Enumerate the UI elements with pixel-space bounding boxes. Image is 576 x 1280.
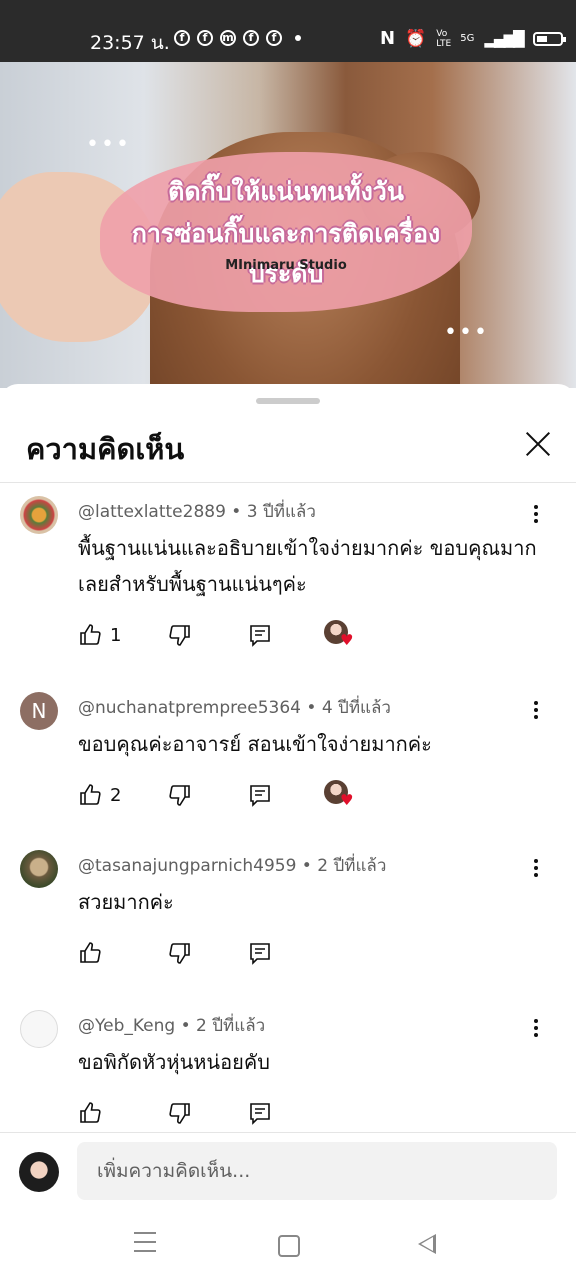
reply-button[interactable]	[248, 620, 272, 650]
thumb-up-icon	[80, 1102, 101, 1123]
like-button[interactable]: 2	[78, 780, 121, 810]
like-button[interactable]	[78, 1098, 102, 1128]
dislike-button[interactable]	[168, 1098, 192, 1128]
drag-handle[interactable]	[256, 398, 320, 404]
reply-button[interactable]	[248, 938, 272, 968]
more-notifications-icon	[295, 35, 301, 41]
thumb-down-icon	[169, 625, 190, 646]
dislike-button[interactable]	[168, 620, 192, 650]
creator-heart-badge: ♥	[324, 620, 354, 650]
comment-actions	[78, 1098, 378, 1128]
like-count: 1	[110, 624, 122, 646]
facebook-icon: f	[243, 30, 259, 46]
decorative-dots-icon: •••	[86, 132, 131, 157]
heart-icon: ♥	[340, 631, 354, 649]
avatar[interactable]	[20, 850, 58, 888]
reply-button[interactable]	[248, 780, 272, 810]
divider	[0, 1132, 576, 1133]
add-comment-input[interactable]: เพิ่มความคิดเห็น...	[77, 1142, 557, 1200]
comment-actions	[78, 938, 378, 968]
thumb-up-icon	[80, 624, 101, 645]
facebook-icon: f	[266, 30, 282, 46]
comment-actions: 2 ♥	[78, 780, 378, 810]
comment-meta: @tasanajungparnich4959 • 2 ปีที่แล้ว	[78, 856, 387, 876]
thumb-up-icon	[80, 942, 101, 963]
status-bar: 23:57 น. f f m f f N ⏰ Vo LTE 5G ▂▄▆█	[0, 0, 576, 62]
comment-actions: 1 ♥	[78, 620, 378, 650]
comment-author[interactable]: @Yeb_Keng	[78, 1016, 175, 1036]
alarm-icon: ⏰	[405, 28, 427, 49]
thumb-up-icon	[80, 784, 101, 805]
status-time: 23:57 น.	[90, 32, 170, 54]
reply-icon	[250, 785, 270, 807]
comment-author[interactable]: @lattexlatte2889	[78, 502, 226, 522]
more-options-icon[interactable]	[526, 856, 546, 884]
sheet-title: ความคิดเห็น	[26, 432, 185, 466]
reply-icon	[250, 625, 270, 647]
avatar-letter: N	[31, 699, 47, 723]
avatar[interactable]: N	[20, 692, 58, 730]
signal-icon: ▂▄▆█	[484, 29, 524, 48]
comment-meta: @lattexlatte2889 • 3 ปีที่แล้ว	[78, 502, 316, 522]
like-button[interactable]	[78, 938, 102, 968]
creator-heart-badge: ♥	[324, 780, 354, 810]
recent-apps-button[interactable]	[134, 1232, 156, 1259]
heart-icon: ♥	[340, 791, 354, 809]
comment-age: 4 ปีที่แล้ว	[321, 698, 391, 718]
divider	[0, 482, 576, 483]
like-count: 2	[110, 784, 122, 806]
comment-age: 2 ปีที่แล้ว	[196, 1016, 266, 1036]
home-button[interactable]	[278, 1235, 300, 1257]
facebook-icon: f	[197, 30, 213, 46]
comment-text: ขอพิกัดหัวหุ่นหน่อยคับ	[78, 1050, 270, 1074]
nfc-icon: N	[380, 28, 396, 49]
video-title-line2: การซ่อนกิ๊บและการติดเครื่องประดับ	[131, 219, 441, 288]
thumb-down-icon	[169, 943, 190, 964]
decorative-dots-icon: •••	[444, 320, 489, 345]
volte-icon: Vo LTE	[436, 28, 452, 49]
more-options-icon[interactable]	[526, 502, 546, 530]
video-player[interactable]: ติดกิ๊บให้แน่นทนทั้งวัน การซ่อนกิ๊บและกา…	[0, 62, 576, 388]
dislike-button[interactable]	[168, 780, 192, 810]
comment-age: 3 ปีที่แล้ว	[246, 502, 316, 522]
video-title-line1: ติดกิ๊บให้แน่นทนทั้งวัน	[168, 177, 404, 206]
avatar[interactable]	[20, 1010, 58, 1048]
notification-icons: f f m f f	[174, 30, 301, 46]
comment-meta: @nuchanatprempree5364 • 4 ปีที่แล้ว	[78, 698, 391, 718]
system-icons: N ⏰ Vo LTE 5G ▂▄▆█	[380, 28, 566, 49]
reply-button[interactable]	[248, 1098, 272, 1128]
comment-text: ขอบคุณค่ะอาจารย์ สอนเข้าใจง่ายมากค่ะ	[78, 732, 432, 756]
studio-label: MInimaru Studio	[225, 258, 347, 273]
messenger-icon: m	[220, 30, 236, 46]
back-button[interactable]	[418, 1234, 436, 1254]
close-button[interactable]	[520, 426, 556, 462]
thumb-down-icon	[169, 1103, 190, 1124]
like-button[interactable]: 1	[78, 620, 121, 650]
facebook-icon: f	[174, 30, 190, 46]
user-avatar	[19, 1152, 59, 1192]
avatar[interactable]	[20, 496, 58, 534]
reply-icon	[250, 943, 270, 965]
comment-author[interactable]: @nuchanatprempree5364	[78, 698, 301, 718]
comment-text: พื้นฐานแน่นและอธิบายเข้าใจง่ายมากค่ะ ขอบ…	[78, 536, 537, 596]
reply-icon	[250, 1103, 270, 1125]
comment-text: สวยมากค่ะ	[78, 890, 174, 914]
comment-author[interactable]: @tasanajungparnich4959	[78, 856, 296, 876]
comment-age: 2 ปีที่แล้ว	[317, 856, 387, 876]
network-type: 5G	[460, 33, 475, 44]
more-options-icon[interactable]	[526, 698, 546, 726]
system-nav-bar	[0, 1210, 576, 1280]
comment-meta: @Yeb_Keng • 2 ปีที่แล้ว	[78, 1016, 266, 1036]
more-options-icon[interactable]	[526, 1016, 546, 1044]
battery-icon	[532, 31, 566, 46]
thumb-down-icon	[169, 785, 190, 806]
dislike-button[interactable]	[168, 938, 192, 968]
